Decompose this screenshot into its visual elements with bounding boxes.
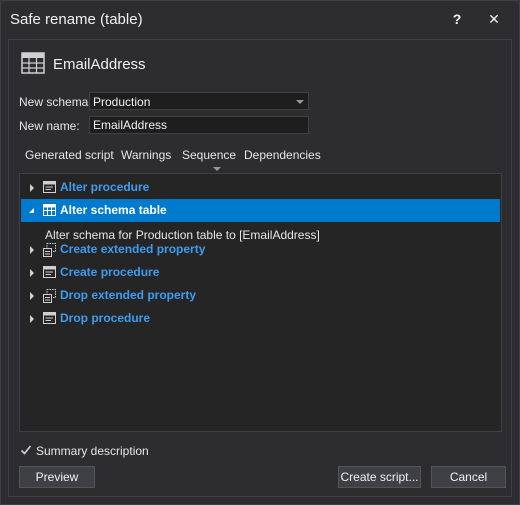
tab-sequence[interactable]: Sequence xyxy=(182,148,236,162)
tree-item-label: Alter schema table xyxy=(60,203,167,217)
expand-arrow-icon[interactable] xyxy=(30,292,34,300)
name-input[interactable] xyxy=(89,116,309,134)
cancel-button[interactable]: Cancel xyxy=(431,466,506,488)
procedure-icon xyxy=(43,266,56,281)
tree-item-label: Drop procedure xyxy=(60,311,151,325)
tree-item-create-procedure[interactable]: Create procedure xyxy=(21,261,500,284)
chevron-down-icon xyxy=(296,100,304,104)
schema-dropdown[interactable]: Production xyxy=(89,92,309,110)
schema-label: New schema: xyxy=(19,95,92,109)
sequence-tree[interactable]: Alter procedure Alter schema table Alter… xyxy=(19,173,502,432)
safe-rename-dialog: Safe rename (table) ? ✕ EmailAddress New… xyxy=(0,0,520,505)
collapse-arrow-icon[interactable] xyxy=(29,208,34,213)
tree-item-drop-procedure[interactable]: Drop procedure xyxy=(21,307,500,330)
tree-item-alter-procedure[interactable]: Alter procedure xyxy=(21,176,500,199)
tab-generated-script[interactable]: Generated script xyxy=(25,148,114,162)
tab-dependencies[interactable]: Dependencies xyxy=(244,148,321,162)
procedure-icon xyxy=(43,312,56,327)
tab-warnings[interactable]: Warnings xyxy=(121,148,171,162)
expand-arrow-icon[interactable] xyxy=(30,246,34,254)
table-icon xyxy=(21,52,45,77)
tree-item-alter-schema-table[interactable]: Alter schema table xyxy=(21,199,500,222)
tree-item-label: Alter procedure xyxy=(60,180,150,194)
extended-property-icon xyxy=(43,243,56,260)
active-tab-indicator xyxy=(213,167,221,171)
tree-item-drop-extended-property[interactable]: Drop extended property xyxy=(21,284,500,307)
close-button[interactable]: ✕ xyxy=(486,11,502,27)
expand-arrow-icon[interactable] xyxy=(30,269,34,277)
tree-item-label: Create procedure xyxy=(60,265,160,279)
title-bar[interactable]: Safe rename (table) ? ✕ xyxy=(1,1,519,39)
procedure-icon xyxy=(43,181,56,196)
schema-value: Production xyxy=(93,95,151,109)
name-label: New name: xyxy=(19,119,80,133)
help-button[interactable]: ? xyxy=(449,11,465,27)
create-script-button[interactable]: Create script... xyxy=(338,466,421,488)
content-panel: EmailAddress New schema: Production New … xyxy=(8,39,512,497)
expand-arrow-icon[interactable] xyxy=(30,315,34,323)
preview-button[interactable]: Preview xyxy=(19,466,95,488)
summary-description-checkbox[interactable] xyxy=(20,444,32,456)
table-icon xyxy=(43,204,56,219)
object-name: EmailAddress xyxy=(53,56,146,73)
tree-item-create-extended-property[interactable]: Create extended property xyxy=(21,238,500,261)
window-title: Safe rename (table) xyxy=(10,11,143,28)
expand-arrow-icon[interactable] xyxy=(30,184,34,192)
extended-property-icon xyxy=(43,289,56,306)
summary-description-label[interactable]: Summary description xyxy=(36,444,149,458)
tree-item-label: Create extended property xyxy=(60,242,206,256)
tree-item-label: Drop extended property xyxy=(60,288,197,302)
